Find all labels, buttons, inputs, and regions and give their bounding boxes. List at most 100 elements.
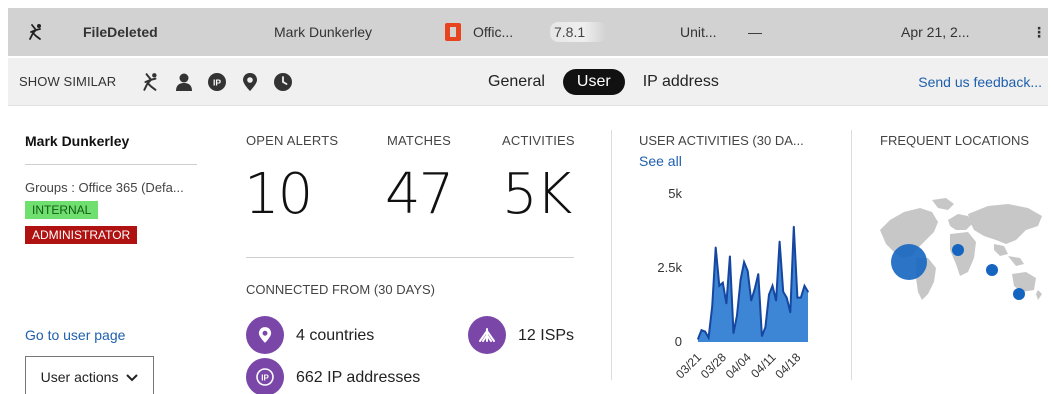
activity-point: [800, 296, 802, 299]
location-pin-icon: [246, 316, 284, 354]
activity-point: [789, 311, 792, 314]
activity-point: [785, 296, 788, 299]
location-bubble: [1013, 288, 1025, 300]
divider: [246, 257, 574, 258]
activity-point: [782, 290, 784, 293]
activity-point: [743, 261, 745, 263]
see-all-link[interactable]: See all: [639, 153, 682, 169]
alert-app-label: Offic...: [473, 24, 514, 40]
user-groups: Groups : Office 365 (Defa...: [25, 180, 184, 195]
activity-point: [704, 330, 706, 333]
similar-filters: IP: [140, 71, 294, 93]
activity-point: [750, 299, 752, 302]
alert-location: Unit...: [680, 24, 717, 40]
activity-point: [778, 240, 781, 243]
open-alerts-label: OPEN ALERTS: [246, 133, 339, 148]
more-options-icon[interactable]: ⋮: [1032, 8, 1046, 56]
x-tick-label: 04/11: [748, 350, 779, 381]
matches-label: MATCHES: [387, 133, 451, 148]
alert-dash: —: [748, 24, 762, 40]
activity-point: [807, 290, 809, 293]
x-tick-label: 04/04: [723, 350, 754, 381]
activities-value: 5K: [502, 162, 572, 227]
administrator-badge: ADMINISTRATOR: [25, 226, 138, 244]
y-tick-label: 5k: [668, 186, 682, 201]
activity-point: [722, 282, 724, 284]
tab-ip-address[interactable]: IP address: [629, 69, 733, 95]
activity-point: [754, 287, 756, 290]
internal-badge: INTERNAL: [25, 201, 99, 219]
activity-point: [793, 225, 795, 228]
location-bubble: [952, 244, 964, 256]
activity-point: [796, 296, 799, 299]
similar-tabs: General User IP address: [474, 69, 737, 95]
chevron-down-icon: [126, 374, 139, 382]
x-tick-label: 03/28: [698, 350, 729, 381]
user-actions-label: User actions: [40, 369, 119, 385]
svg-text:IP: IP: [261, 374, 269, 383]
activity-point: [697, 338, 699, 340]
frequent-locations-title: FREQUENT LOCATIONS: [880, 133, 1030, 148]
user-actions-button[interactable]: User actions: [25, 356, 154, 394]
alert-app: Offic...: [445, 8, 513, 56]
alert-row[interactable]: FileDeleted Mark Dunkerley Offic... 7.8.…: [8, 8, 1048, 56]
divider: [25, 164, 197, 165]
activity-point: [775, 299, 777, 302]
activity-point: [729, 255, 731, 257]
activity-point: [736, 314, 738, 317]
activity-point: [803, 285, 806, 287]
activity-point: [771, 285, 774, 287]
x-tick-label: 03/21: [673, 350, 704, 381]
activity-icon: [22, 8, 50, 56]
activity-filter-icon[interactable]: [140, 71, 162, 93]
world-map: [880, 198, 1042, 300]
matches-value: 47: [385, 162, 454, 227]
activity-point: [718, 285, 721, 287]
location-bubble: [891, 244, 927, 280]
alert-title: FileDeleted: [83, 24, 158, 40]
alert-ip-value: 7.8.1: [550, 22, 606, 42]
ip-filter-icon[interactable]: IP: [206, 71, 228, 93]
user-activities-chart: 5k 2.5k 003/2103/2804/0404/1104/18: [657, 186, 809, 381]
user-name-heading: Mark Dunkerley: [25, 133, 130, 149]
activity-point: [707, 336, 710, 339]
connected-from-label: CONNECTED FROM (30 DAYS): [246, 282, 435, 297]
location-filter-icon[interactable]: [239, 71, 261, 93]
y-tick-label: 2.5k: [657, 260, 682, 275]
show-similar-label: SHOW SIMILAR: [19, 74, 117, 89]
activity-point: [711, 305, 713, 308]
alert-date: Apr 21, 2...: [901, 24, 970, 40]
alert-user: Mark Dunkerley: [274, 24, 373, 40]
activity-point: [739, 279, 742, 281]
divider: [611, 130, 612, 380]
x-tick-label: 04/18: [772, 350, 803, 381]
location-bubble: [986, 264, 998, 276]
feedback-link[interactable]: Send us feedback...: [918, 58, 1042, 106]
activity-point: [714, 246, 717, 249]
isp-network-icon: [468, 316, 506, 354]
ip-address-icon: IP: [246, 358, 284, 394]
svg-text:IP: IP: [213, 78, 221, 88]
open-alerts-value: 10: [244, 162, 313, 227]
activities-label: ACTIVITIES: [502, 133, 575, 148]
user-activities-title: USER ACTIVITIES (30 DA...: [639, 133, 804, 148]
activity-point: [764, 326, 767, 328]
activity-point: [768, 293, 770, 296]
activity-point: [746, 270, 749, 272]
activity-point: [725, 302, 728, 305]
y-tick-label: 0: [675, 334, 682, 349]
show-similar-bar: SHOW SIMILAR IP General User IP address …: [8, 58, 1048, 106]
activity-point: [761, 335, 763, 337]
activity-point: [700, 329, 703, 331]
isps-count: 12 ISPs: [518, 327, 575, 344]
office-icon: [445, 23, 461, 41]
user-filter-icon[interactable]: [173, 71, 195, 93]
activity-point: [732, 332, 735, 334]
ip-addresses-count: 662 IP addresses: [296, 369, 421, 386]
clock-filter-icon[interactable]: [272, 71, 294, 93]
tab-user[interactable]: User: [562, 69, 625, 95]
go-to-user-page-link[interactable]: Go to user page: [25, 327, 125, 343]
countries-count: 4 countries: [296, 327, 375, 344]
tab-general[interactable]: General: [474, 69, 559, 95]
activity-point: [757, 273, 760, 275]
